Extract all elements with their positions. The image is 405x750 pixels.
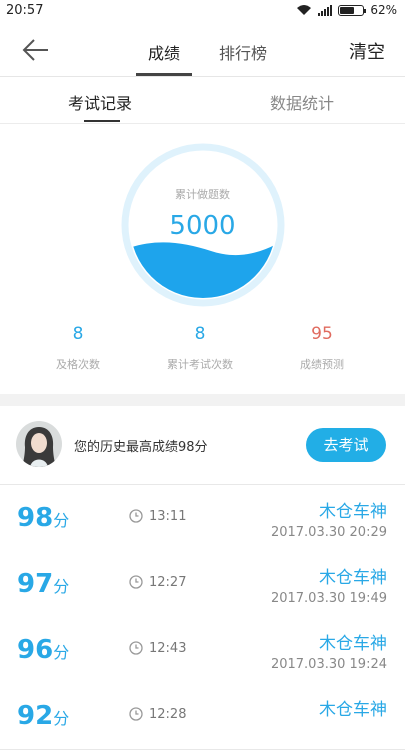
record-username: 木仓车神 (319, 634, 387, 654)
exam-record-row[interactable]: 97分 12:27 木仓车神 2017.03.30 19:49 (0, 551, 405, 618)
tab-leaderboard[interactable]: 排行榜 (219, 40, 267, 64)
score-value: 92 (17, 701, 54, 731)
signal-icon (318, 4, 333, 16)
subtab-exam-records[interactable]: 考试记录 (68, 90, 132, 114)
score-value: 97 (17, 569, 54, 599)
stats-row: 8 及格次数 8 累计考试次数 95 成绩预测 (0, 324, 405, 384)
record-date: 2017.03.30 20:29 (270, 525, 387, 540)
score-unit: 分 (53, 577, 70, 596)
tab-indicator (136, 73, 192, 76)
stat-value: 95 (311, 324, 333, 344)
record-duration: 13:11 (149, 509, 187, 524)
record-date: 2017.03.30 19:24 (270, 657, 387, 672)
battery-icon (338, 4, 367, 16)
score-unit: 分 (53, 511, 70, 530)
stat-score-prediction: 95 成绩预测 (262, 324, 382, 372)
subtab-statistics[interactable]: 数据统计 (270, 90, 334, 114)
stat-label: 及格次数 (56, 358, 100, 371)
sub-tabs: 考试记录 数据统计 (0, 77, 405, 124)
clock-icon (129, 707, 143, 721)
record-score: 98分 (17, 503, 69, 533)
app-header: 成绩 排行榜 清空 (0, 24, 405, 77)
record-username: 木仓车神 (319, 568, 387, 588)
clear-button[interactable]: 清空 (349, 38, 385, 64)
score-value: 96 (17, 635, 54, 665)
status-bar: 20:57 62% (0, 0, 405, 24)
exam-record-row[interactable]: 92分 12:28 木仓车神 (0, 683, 405, 750)
record-username: 木仓车神 (319, 502, 387, 522)
record-date: 2017.03.30 19:49 (270, 591, 387, 606)
exam-record-row[interactable]: 96分 12:43 木仓车神 2017.03.30 19:24 (0, 617, 405, 684)
record-score: 92分 (17, 701, 69, 731)
subtab-indicator (84, 120, 120, 122)
clock-icon (129, 641, 143, 655)
record-duration: 12:43 (149, 641, 187, 656)
status-icons: 62% (296, 3, 397, 17)
best-score-text: 您的历史最高成绩98分 (74, 440, 208, 455)
stat-exam-count: 8 累计考试次数 (140, 324, 260, 372)
clock-icon (129, 575, 143, 589)
tab-score[interactable]: 成绩 (148, 40, 180, 64)
summary-panel: 累计做题数 5000 8 及格次数 8 累计考试次数 95 成绩预测 (0, 124, 405, 394)
score-unit: 分 (53, 643, 70, 662)
best-score-row: 您的历史最高成绩98分 去考试 (0, 406, 405, 485)
avatar (16, 421, 62, 467)
stat-label: 累计考试次数 (167, 358, 233, 371)
battery-percent: 62% (370, 3, 397, 17)
section-divider (0, 394, 405, 406)
back-arrow-icon[interactable] (22, 38, 50, 62)
status-time: 20:57 (6, 3, 44, 18)
record-duration: 12:27 (149, 575, 187, 590)
take-exam-button[interactable]: 去考试 (306, 428, 386, 462)
stat-value: 8 (194, 324, 206, 344)
record-username: 木仓车神 (319, 700, 387, 720)
record-score: 97分 (17, 569, 69, 599)
clock-icon (129, 509, 143, 523)
stat-label: 成绩预测 (300, 358, 344, 371)
gauge-value: 5000 (169, 211, 236, 241)
score-value: 98 (17, 503, 54, 533)
record-score: 96分 (17, 635, 69, 665)
wifi-icon (297, 5, 312, 15)
stat-value: 8 (72, 324, 84, 344)
stat-pass-count: 8 及格次数 (18, 324, 138, 372)
score-unit: 分 (53, 709, 70, 728)
exam-record-row[interactable]: 98分 13:11 木仓车神 2017.03.30 20:29 (0, 485, 405, 552)
gauge-label: 累计做题数 (175, 188, 230, 201)
